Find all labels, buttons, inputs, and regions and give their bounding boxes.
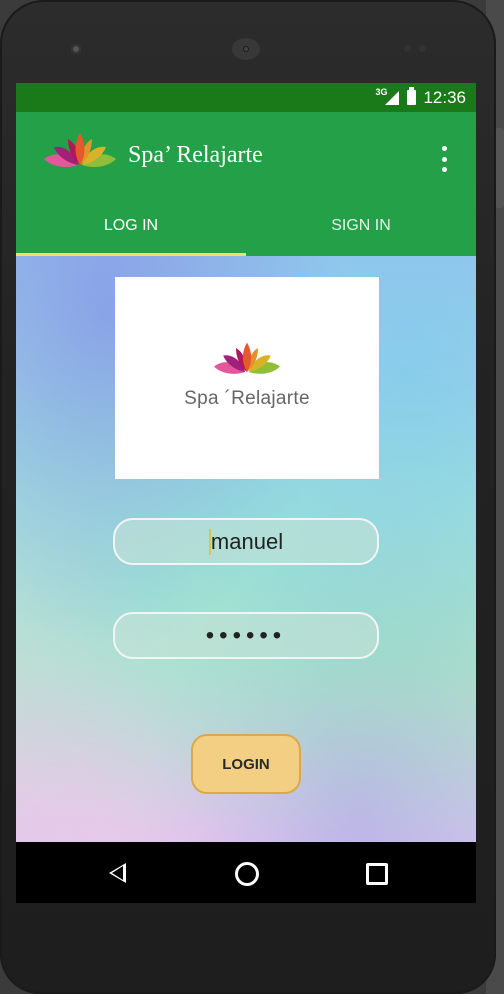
password-value: •••••• — [205, 621, 287, 649]
phone-frame: 3G 12:36 Spa’ Relajarte LOG IN SIGN IN S… — [0, 0, 496, 994]
status-time: 12:36 — [423, 87, 466, 107]
tab-log-in[interactable]: LOG IN — [16, 202, 246, 256]
status-bar: 3G 12:36 — [16, 83, 476, 112]
more-vert-icon[interactable] — [434, 146, 454, 172]
signal-icon — [385, 90, 400, 105]
proximity-sensor — [404, 45, 430, 53]
login-content: Spa ´Relajarte manuel •••••• LOGIN — [16, 256, 476, 842]
tab-sign-in[interactable]: SIGN IN — [246, 202, 476, 256]
signal-type: 3G — [375, 86, 388, 97]
lotus-logo-icon — [44, 133, 116, 167]
recents-icon[interactable] — [366, 863, 388, 885]
home-icon[interactable] — [235, 862, 259, 886]
username-value: manuel — [210, 528, 284, 554]
logo-text: Spa ´Relajarte — [184, 388, 310, 409]
app-title: Spa’ Relajarte — [128, 142, 263, 168]
battery-icon — [407, 87, 417, 105]
logo-card: Spa ´Relajarte — [115, 277, 379, 479]
back-icon[interactable] — [109, 863, 126, 883]
front-camera — [71, 44, 81, 54]
app-bar: Spa’ Relajarte — [16, 112, 476, 202]
navigation-bar — [16, 842, 476, 903]
lotus-logo-icon — [214, 342, 280, 374]
username-field[interactable]: manuel — [113, 518, 379, 565]
login-button[interactable]: LOGIN — [191, 734, 301, 794]
screen: 3G 12:36 Spa’ Relajarte LOG IN SIGN IN S… — [16, 83, 476, 903]
side-button — [496, 128, 504, 208]
password-field[interactable]: •••••• — [113, 612, 379, 659]
earpiece-speaker — [232, 38, 260, 60]
tab-bar: LOG IN SIGN IN — [16, 202, 476, 256]
